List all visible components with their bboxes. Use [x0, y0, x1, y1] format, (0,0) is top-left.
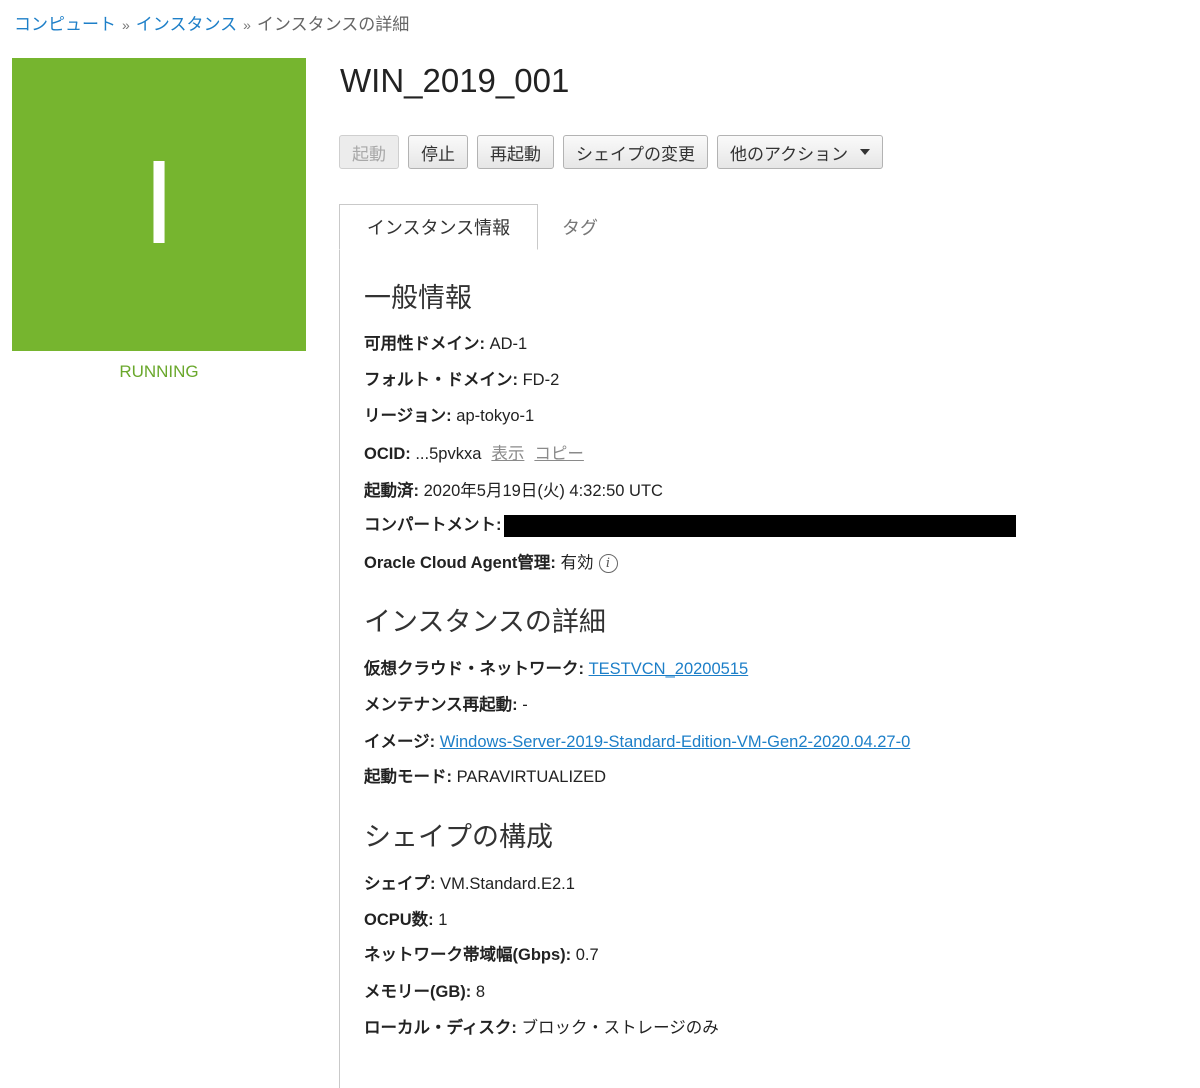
field-label: ネットワーク帯域幅(Gbps):: [364, 946, 572, 964]
breadcrumb-current: インスタンスの詳細: [256, 15, 410, 34]
field-label: 可用性ドメイン:: [364, 335, 485, 353]
instance-details-section: インスタンスの詳細: [364, 600, 606, 639]
maintenance-reboot-field: メンテナンス再起動: -: [364, 691, 528, 715]
image-field: イメージ: Windows-Server-2019-Standard-Editi…: [364, 728, 910, 752]
shape-field: シェイプ: VM.Standard.E2.1: [364, 870, 575, 894]
ocid-copy-link[interactable]: コピー: [534, 445, 584, 463]
ocpu-field: OCPU数: 1: [364, 906, 447, 930]
field-value: 0.7: [575, 946, 599, 964]
shape-config-section: シェイプの構成: [364, 815, 553, 854]
field-value: 8: [475, 983, 486, 1001]
field-label: コンパートメント:: [364, 516, 502, 534]
field-label: フォルト・ドメイン:: [364, 371, 518, 389]
caret-down-icon: [860, 149, 871, 155]
local-disk-field: ローカル・ディスク: ブロック・ストレージのみ: [364, 1014, 719, 1038]
field-label: Oracle Cloud Agent管理:: [364, 554, 556, 572]
field-label: 起動モード:: [364, 768, 452, 786]
more-actions-label: 他のアクション: [730, 144, 849, 164]
redacted-compartment-value: [503, 514, 1016, 537]
vcn-link[interactable]: TESTVCN_20200515: [589, 660, 749, 678]
field-value: -: [522, 696, 528, 714]
field-value: VM.Standard.E2.1: [440, 875, 575, 893]
field-value: ブロック・ストレージのみ: [521, 1019, 719, 1037]
field-value: ap-tokyo-1: [456, 407, 535, 425]
field-label: ローカル・ディスク:: [364, 1019, 517, 1037]
info-icon[interactable]: i: [598, 554, 618, 574]
region-field: リージョン: ap-tokyo-1: [364, 402, 534, 426]
memory-field: メモリー(GB): 8: [364, 978, 485, 1002]
breadcrumb-separator: »: [122, 17, 130, 33]
tab-instance-info[interactable]: インスタンス情報: [339, 204, 538, 250]
network-bandwidth-field: ネットワーク帯域幅(Gbps): 0.7: [364, 941, 599, 965]
compartment-field: コンパートメント:: [364, 511, 1016, 537]
field-label: メンテナンス再起動:: [364, 696, 518, 714]
start-button[interactable]: 起動: [339, 135, 399, 169]
cloud-agent-field: Oracle Cloud Agent管理: 有効 i: [364, 549, 618, 574]
restart-button[interactable]: 再起動: [477, 135, 554, 169]
field-label: イメージ:: [364, 733, 436, 751]
page-title: WIN_2019_001: [340, 62, 570, 99]
breadcrumb: コンピュート » インスタンス » インスタンスの詳細: [14, 10, 409, 35]
instance-status-label: RUNNING: [119, 362, 199, 381]
field-value: 1: [438, 911, 448, 929]
field-value: FD-2: [522, 371, 560, 389]
availability-domain-field: 可用性ドメイン: AD-1: [364, 330, 527, 354]
field-label: 仮想クラウド・ネットワーク:: [364, 660, 584, 678]
vcn-field: 仮想クラウド・ネットワーク: TESTVCN_20200515: [364, 655, 748, 679]
field-label: OCPU数:: [364, 911, 434, 929]
launched-field: 起動済: 2020年5月19日(火) 4:32:50 UTC: [364, 477, 663, 501]
ocid-show-link[interactable]: 表示: [491, 445, 524, 463]
change-shape-button[interactable]: シェイプの変更: [563, 135, 708, 169]
launch-mode-field: 起動モード: PARAVIRTUALIZED: [364, 763, 606, 787]
field-label: メモリー(GB):: [364, 983, 472, 1001]
field-value: 2020年5月19日(火) 4:32:50 UTC: [423, 482, 663, 500]
general-info-section: 一般情報: [364, 276, 472, 315]
instance-tile-letter: I: [142, 139, 176, 270]
field-value: ...5pvkxa: [415, 445, 482, 463]
field-label: リージョン:: [364, 407, 452, 425]
general-info-title: 一般情報: [364, 283, 472, 313]
field-label: 起動済:: [364, 482, 419, 500]
more-actions-button[interactable]: 他のアクション: [717, 135, 884, 169]
image-link[interactable]: Windows-Server-2019-Standard-Edition-VM-…: [440, 733, 910, 751]
field-label: シェイプ:: [364, 875, 436, 893]
field-value: AD-1: [489, 335, 528, 353]
action-toolbar: 起動 停止 再起動 シェイプの変更 他のアクション: [339, 135, 884, 169]
field-value: PARAVIRTUALIZED: [456, 768, 607, 786]
fault-domain-field: フォルト・ドメイン: FD-2: [364, 366, 559, 390]
field-label: OCID:: [364, 445, 411, 463]
instance-status-tile: I: [12, 58, 306, 351]
instance-details-title: インスタンスの詳細: [364, 607, 606, 637]
breadcrumb-separator: »: [243, 17, 251, 33]
tab-tags[interactable]: タグ: [562, 214, 598, 240]
breadcrumb-compute-link[interactable]: コンピュート: [14, 15, 116, 34]
ocid-field: OCID: ...5pvkxa 表示 コピー: [364, 440, 584, 464]
breadcrumb-instances-link[interactable]: インスタンス: [136, 15, 237, 34]
stop-button[interactable]: 停止: [408, 135, 468, 169]
field-value: 有効: [560, 554, 594, 572]
shape-config-title: シェイプの構成: [364, 822, 553, 852]
